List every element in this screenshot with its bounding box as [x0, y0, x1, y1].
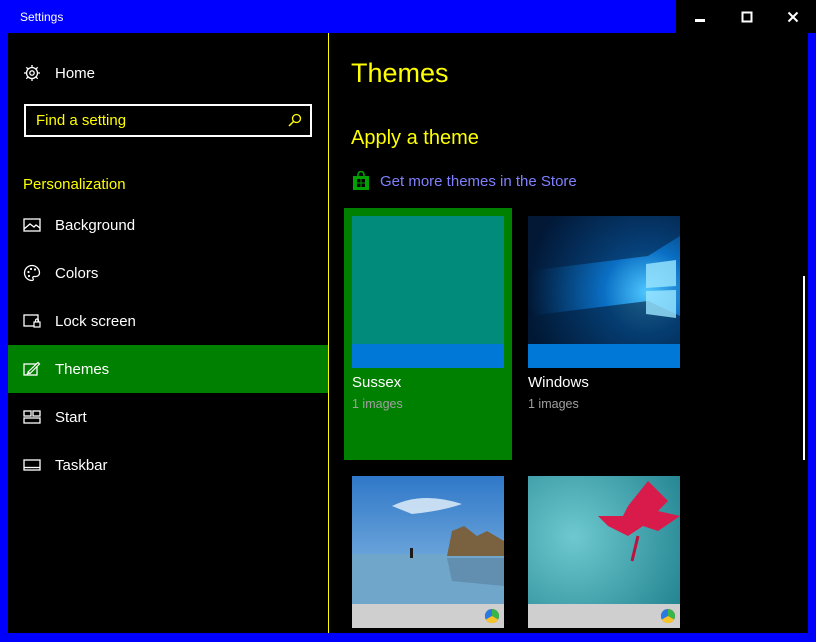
window-controls [676, 0, 816, 33]
theme-accent-bar [528, 344, 680, 368]
search-input[interactable]: Find a setting [36, 112, 126, 129]
start-icon [23, 408, 41, 426]
picture-icon [23, 216, 41, 234]
search-box[interactable]: Find a setting [24, 104, 312, 137]
lock-screen-icon [23, 312, 41, 330]
sidebar-item-start[interactable]: Start [8, 393, 328, 441]
taskbar-icon [23, 456, 41, 474]
client-area: Home Find a setting Personalization Back… [8, 33, 808, 633]
window-title: Settings [20, 10, 64, 24]
sidebar-item-label: Themes [55, 360, 110, 378]
store-link[interactable]: Get more themes in the Store [351, 170, 577, 191]
theme-image-count: 1 images [528, 397, 579, 411]
palette-icon [23, 264, 41, 282]
flower-wallpaper-image [528, 476, 680, 628]
theme-accent-bar [352, 344, 504, 368]
theme-image-count: 1 images [352, 397, 403, 411]
sidebar-item-label: Colors [55, 264, 99, 282]
sidebar: Home Find a setting Personalization Back… [8, 33, 328, 633]
section-heading: Apply a theme [351, 127, 479, 149]
theme-thumbnail [352, 216, 504, 368]
theme-name: Sussex [352, 374, 402, 391]
sidebar-item-lock-screen[interactable]: Lock screen [8, 297, 328, 345]
gear-icon [23, 64, 41, 82]
sidebar-item-themes[interactable]: Themes [8, 345, 328, 393]
store-link-label: Get more themes in the Store [380, 172, 577, 190]
main-content: Themes Apply a theme Get more themes in … [329, 33, 808, 633]
close-icon [787, 11, 799, 22]
theme-tile-flower[interactable] [520, 468, 688, 633]
theme-tile-beach[interactable] [344, 468, 512, 633]
scrollbar-thumb[interactable] [803, 276, 805, 460]
maximize-button[interactable] [724, 0, 770, 33]
sidebar-item-label: Taskbar [55, 456, 108, 474]
sidebar-item-label: Background [55, 216, 136, 234]
sidebar-item-colors[interactable]: Colors [8, 249, 328, 297]
page-title: Themes [351, 58, 449, 88]
search-icon[interactable] [288, 113, 302, 132]
theme-name: Windows [528, 374, 589, 391]
minimize-icon [695, 18, 705, 22]
close-button[interactable] [770, 0, 816, 33]
minimize-button[interactable] [676, 0, 724, 33]
home-label: Home [55, 64, 96, 82]
brush-icon [23, 360, 41, 378]
sidebar-item-label: Lock screen [55, 312, 136, 330]
theme-thumbnail [352, 476, 504, 628]
title-bar[interactable]: Settings [0, 0, 816, 33]
sidebar-item-label: Start [55, 408, 87, 426]
theme-thumbnail [528, 216, 680, 368]
maximize-icon [741, 11, 753, 22]
settings-window: Settings Home Find a setting Personaliza… [0, 0, 816, 642]
section-label-personalization: Personalization [23, 176, 126, 193]
sidebar-item-home[interactable]: Home [8, 49, 328, 97]
sidebar-item-background[interactable]: Background [8, 201, 328, 249]
beach-wallpaper-image [352, 476, 504, 628]
theme-tile-sussex[interactable]: Sussex 1 images [344, 208, 512, 460]
sidebar-item-taskbar[interactable]: Taskbar [8, 441, 328, 489]
store-icon [351, 170, 371, 191]
theme-thumbnail [528, 476, 680, 628]
theme-tile-windows[interactable]: Windows 1 images [520, 208, 688, 460]
